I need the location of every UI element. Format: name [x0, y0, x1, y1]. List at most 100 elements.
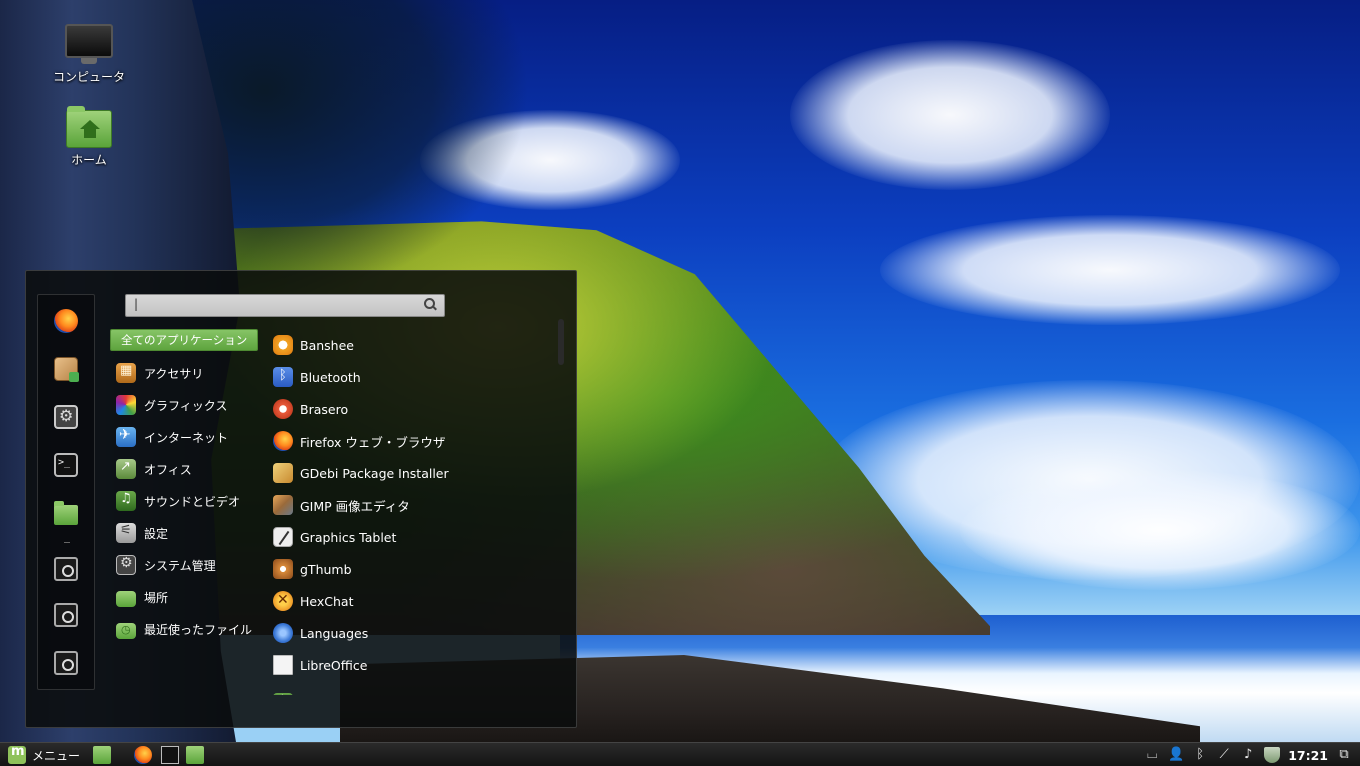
gimp-icon: [273, 495, 293, 515]
category-office[interactable]: オフィス: [110, 453, 260, 485]
panel-launcher-terminal[interactable]: [161, 746, 179, 764]
app-item-libreoffice[interactable]: LibreOffice: [273, 649, 553, 681]
favorite-lock-screen[interactable]: [52, 555, 80, 583]
app-item-hexchat[interactable]: HexChat: [273, 585, 553, 617]
languages-icon: [273, 623, 293, 643]
logout-icon: [54, 603, 78, 627]
app-item-graphics-tablet[interactable]: Graphics Tablet: [273, 521, 553, 553]
package-icon: [54, 357, 79, 382]
folder-icon: [54, 501, 78, 525]
app-label: GIMP 画像エディタ: [300, 498, 410, 514]
application-list-scrollbar[interactable]: [558, 319, 564, 365]
bottom-panel: メニュー ⌴ 👤 ᛒ ⟋ ♪ 17:21 ⧉: [0, 742, 1360, 766]
app-label: HexChat: [300, 593, 354, 609]
category-label: 場所: [144, 590, 169, 605]
app-item-languages[interactable]: Languages: [273, 617, 553, 649]
app-label: Languages: [300, 625, 369, 641]
app-item-firefox[interactable]: Firefox ウェブ・ブラウザ: [273, 425, 553, 457]
app-item-banshee[interactable]: Banshee: [273, 329, 553, 361]
app-item-gimp[interactable]: GIMP 画像エディタ: [273, 489, 553, 521]
power-icon: [54, 651, 78, 675]
favorite-system-settings[interactable]: [52, 403, 80, 431]
category-label: 最近使ったファイル: [144, 622, 253, 637]
category-label: システム管理: [144, 558, 216, 573]
workspace-switcher-icon[interactable]: ⧉: [1336, 747, 1352, 763]
update-manager-icon[interactable]: [1264, 747, 1281, 763]
mint-logo-icon: [8, 744, 26, 764]
app-label: Brasero: [300, 401, 349, 417]
wallpaper-cloud: [960, 470, 1360, 590]
app-label: Firefox ウェブ・ブラウザ: [300, 434, 446, 450]
banshee-icon: [273, 335, 293, 355]
app-label: Bluetooth: [300, 369, 361, 385]
home-folder-icon: [66, 106, 112, 148]
app-item-brasero[interactable]: Brasero: [273, 393, 553, 425]
category-places[interactable]: 場所: [110, 581, 260, 613]
application-menu: | 全てのアプリケーション アクセサリ グラフィックス インターネット オフィス…: [25, 270, 577, 728]
search-icon: [424, 298, 436, 310]
app-label: Banshee: [300, 337, 354, 353]
app-label: GDebi Package Installer: [300, 465, 449, 481]
desktop-icon-home[interactable]: ホーム: [44, 106, 134, 168]
graphics-icon: [116, 395, 136, 415]
app-label: LibreOffice: [300, 657, 368, 673]
partial-app-icon: [273, 693, 293, 695]
category-settings[interactable]: 設定: [110, 517, 260, 549]
sound-icon[interactable]: ♪: [1240, 747, 1256, 763]
libreoffice-icon: [273, 655, 293, 675]
desktop-icon-computer[interactable]: コンピュータ: [44, 24, 134, 85]
main-menu-button[interactable]: メニュー: [4, 744, 84, 765]
hexchat-icon: [273, 591, 293, 611]
category-all-applications[interactable]: 全てのアプリケーション: [110, 329, 259, 351]
preferences-icon: [116, 523, 136, 543]
app-item-gdebi[interactable]: GDebi Package Installer: [273, 457, 553, 489]
favorite-quit[interactable]: [52, 649, 80, 677]
category-recent-files[interactable]: 最近使ったファイル: [110, 613, 260, 645]
category-label: オフィス: [144, 462, 192, 477]
favorite-software-manager[interactable]: [52, 355, 80, 383]
panel-launcher-firefox[interactable]: [134, 746, 152, 764]
category-list: 全てのアプリケーション アクセサリ グラフィックス インターネット オフィス サ…: [110, 329, 260, 645]
firefox-icon: [273, 431, 293, 451]
favorites-separator: [64, 542, 70, 543]
category-label: 設定: [144, 526, 169, 541]
panel-launcher-files[interactable]: [186, 746, 204, 764]
places-folder-icon: [116, 590, 136, 607]
category-label: インターネット: [144, 430, 229, 445]
administration-icon: [116, 555, 136, 575]
office-icon: [116, 459, 136, 479]
app-item-gthumb[interactable]: gThumb: [273, 553, 553, 585]
category-administration[interactable]: システム管理: [110, 549, 260, 581]
brasero-icon: [273, 399, 293, 419]
application-list: Banshee Bluetooth Brasero Firefox ウェブ・ブラ…: [273, 329, 553, 695]
menu-button-label: メニュー: [32, 748, 81, 763]
category-internet[interactable]: インターネット: [110, 421, 260, 453]
category-label: サウンドとビデオ: [144, 494, 241, 509]
category-accessories[interactable]: アクセサリ: [110, 357, 260, 389]
favorite-firefox[interactable]: [52, 307, 80, 335]
favorite-terminal[interactable]: [52, 451, 80, 479]
category-graphics[interactable]: グラフィックス: [110, 389, 260, 421]
show-desktop-button[interactable]: [93, 746, 111, 764]
lock-icon: [54, 557, 78, 581]
bluetooth-icon[interactable]: ᛒ: [1192, 747, 1208, 763]
keyboard-icon[interactable]: ⌴: [1144, 747, 1160, 763]
bluetooth-icon: [273, 367, 293, 387]
favorite-files[interactable]: [52, 499, 80, 527]
multimedia-icon: [116, 491, 136, 511]
tablet-icon: [273, 527, 293, 547]
favorites-sidebar: [37, 294, 95, 690]
recent-files-icon: [116, 622, 136, 639]
user-icon[interactable]: 👤: [1168, 747, 1184, 763]
category-sound-video[interactable]: サウンドとビデオ: [110, 485, 260, 517]
favorite-logout[interactable]: [52, 601, 80, 629]
category-label: アクセサリ: [144, 366, 204, 381]
wallpaper-cloud: [880, 215, 1340, 325]
app-item-partial[interactable]: [273, 681, 553, 695]
search-input[interactable]: |: [125, 294, 445, 317]
clock[interactable]: 17:21: [1288, 748, 1328, 763]
network-icon[interactable]: ⟋: [1216, 747, 1232, 763]
search-input-value: |: [134, 297, 139, 311]
app-item-bluetooth[interactable]: Bluetooth: [273, 361, 553, 393]
internet-icon: [116, 427, 136, 447]
